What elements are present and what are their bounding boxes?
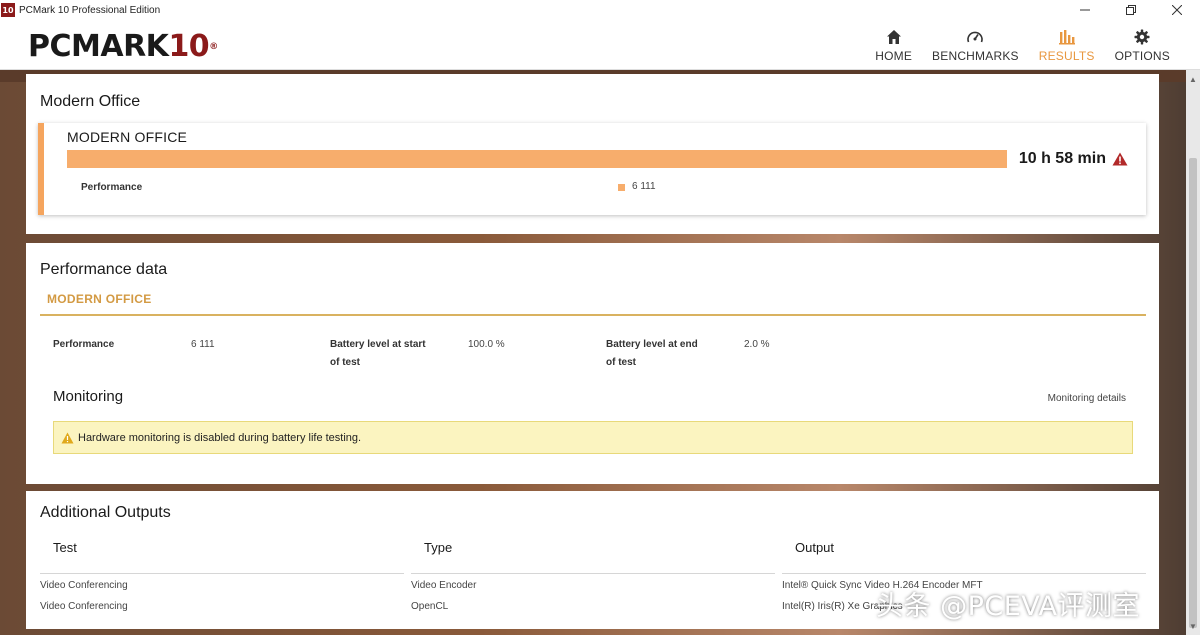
app-header: PCMARK10® HOME BENCHMARKS RESULTS OPTION… (0, 20, 1200, 70)
kv-battery-end-label-line1: Battery level at end (606, 339, 698, 350)
cell-type: OpenCL (411, 601, 449, 612)
panel-title-performance-data: Performance data (40, 261, 168, 278)
kv-performance-label: Performance (53, 339, 115, 350)
nav-options[interactable]: OPTIONS (1105, 20, 1180, 70)
column-header-output: Output (795, 540, 835, 555)
nav-benchmarks-label: BENCHMARKS (932, 49, 1019, 63)
kv-performance-value: 6 111 (191, 339, 215, 350)
warning-icon[interactable] (1112, 152, 1128, 166)
logo-number: 10 (168, 29, 210, 64)
gear-icon (1134, 27, 1150, 47)
monitoring-title: Monitoring (53, 388, 124, 405)
nav-results-label: RESULTS (1038, 49, 1095, 63)
scrollbar-thumb[interactable] (1189, 158, 1197, 628)
performance-value: 6 111 (632, 181, 656, 192)
score-value-text: 10 h 58 min (1018, 150, 1106, 167)
performance-data-panel: Performance data MODERN OFFICE Performan… (26, 243, 1159, 484)
nav-options-label: OPTIONS (1114, 49, 1170, 63)
performance-legend-swatch (618, 184, 625, 191)
kv-battery-end-label-line2: of test (606, 357, 636, 368)
bar-chart-icon (1058, 27, 1075, 47)
window-title: PCMark 10 Professional Edition (19, 4, 161, 16)
score-bar (67, 150, 1007, 168)
column-divider (782, 573, 1146, 574)
column-header-type: Type (424, 540, 453, 555)
kv-battery-start-label-line2: of test (330, 357, 360, 368)
tab-modern-office[interactable]: MODERN OFFICE (47, 292, 152, 306)
speedometer-icon (966, 27, 984, 47)
column-divider (411, 573, 775, 574)
home-icon (886, 27, 902, 47)
scroll-up-icon[interactable]: ▲ (1186, 72, 1200, 86)
cell-test: Video Conferencing (40, 580, 128, 591)
app-icon: 10 (1, 3, 15, 17)
score-card-title: MODERN OFFICE (67, 129, 188, 145)
modern-office-panel: Modern Office MODERN OFFICE 10 h 58 min … (26, 74, 1159, 234)
pcmark-logo: PCMARK10® (28, 30, 218, 64)
cell-type: Video Encoder (411, 580, 477, 591)
kv-battery-end-value: 2.0 % (744, 339, 770, 350)
panel-title-additional-outputs: Additional Outputs (40, 504, 171, 521)
main-nav: HOME BENCHMARKS RESULTS OPTIONS (865, 20, 1180, 70)
monitoring-alert: Hardware monitoring is disabled during b… (53, 421, 1133, 454)
nav-results[interactable]: RESULTS (1029, 20, 1105, 70)
score-card: MODERN OFFICE 10 h 58 min Performance 6 … (38, 123, 1146, 215)
score-value: 10 h 58 min (1019, 150, 1128, 168)
minimize-icon[interactable] (1062, 0, 1108, 20)
close-icon[interactable] (1154, 0, 1200, 20)
vertical-scrollbar[interactable]: ▲ ▼ (1186, 70, 1200, 635)
nav-home[interactable]: HOME (865, 20, 922, 70)
restore-icon[interactable] (1108, 0, 1154, 20)
column-divider (40, 573, 404, 574)
window-title-bar: 10 PCMark 10 Professional Edition (0, 0, 1200, 20)
column-header-test: Test (53, 540, 77, 555)
logo-registered-mark: ® (209, 42, 218, 52)
nav-benchmarks[interactable]: BENCHMARKS (922, 20, 1029, 70)
warning-icon (61, 432, 74, 444)
monitoring-details-link[interactable]: Monitoring details (1048, 393, 1126, 404)
kv-battery-start-label: Battery level at start of test (330, 336, 426, 372)
cell-test: Video Conferencing (40, 601, 128, 612)
kv-battery-start-label-line1: Battery level at start (330, 339, 426, 350)
scroll-down-icon[interactable]: ▼ (1186, 619, 1200, 633)
watermark-text: 头条 @PCEVA评测室 (876, 591, 1140, 622)
tab-underline (40, 314, 1146, 316)
logo-text: PCMARK (28, 29, 169, 64)
nav-home-label: HOME (875, 49, 913, 63)
kv-battery-end-label: Battery level at end of test (606, 336, 698, 372)
panel-title-modern-office: Modern Office (40, 93, 141, 110)
monitoring-alert-text: Hardware monitoring is disabled during b… (78, 431, 362, 444)
performance-label: Performance (81, 182, 143, 193)
kv-battery-start-value: 100.0 % (468, 339, 505, 350)
